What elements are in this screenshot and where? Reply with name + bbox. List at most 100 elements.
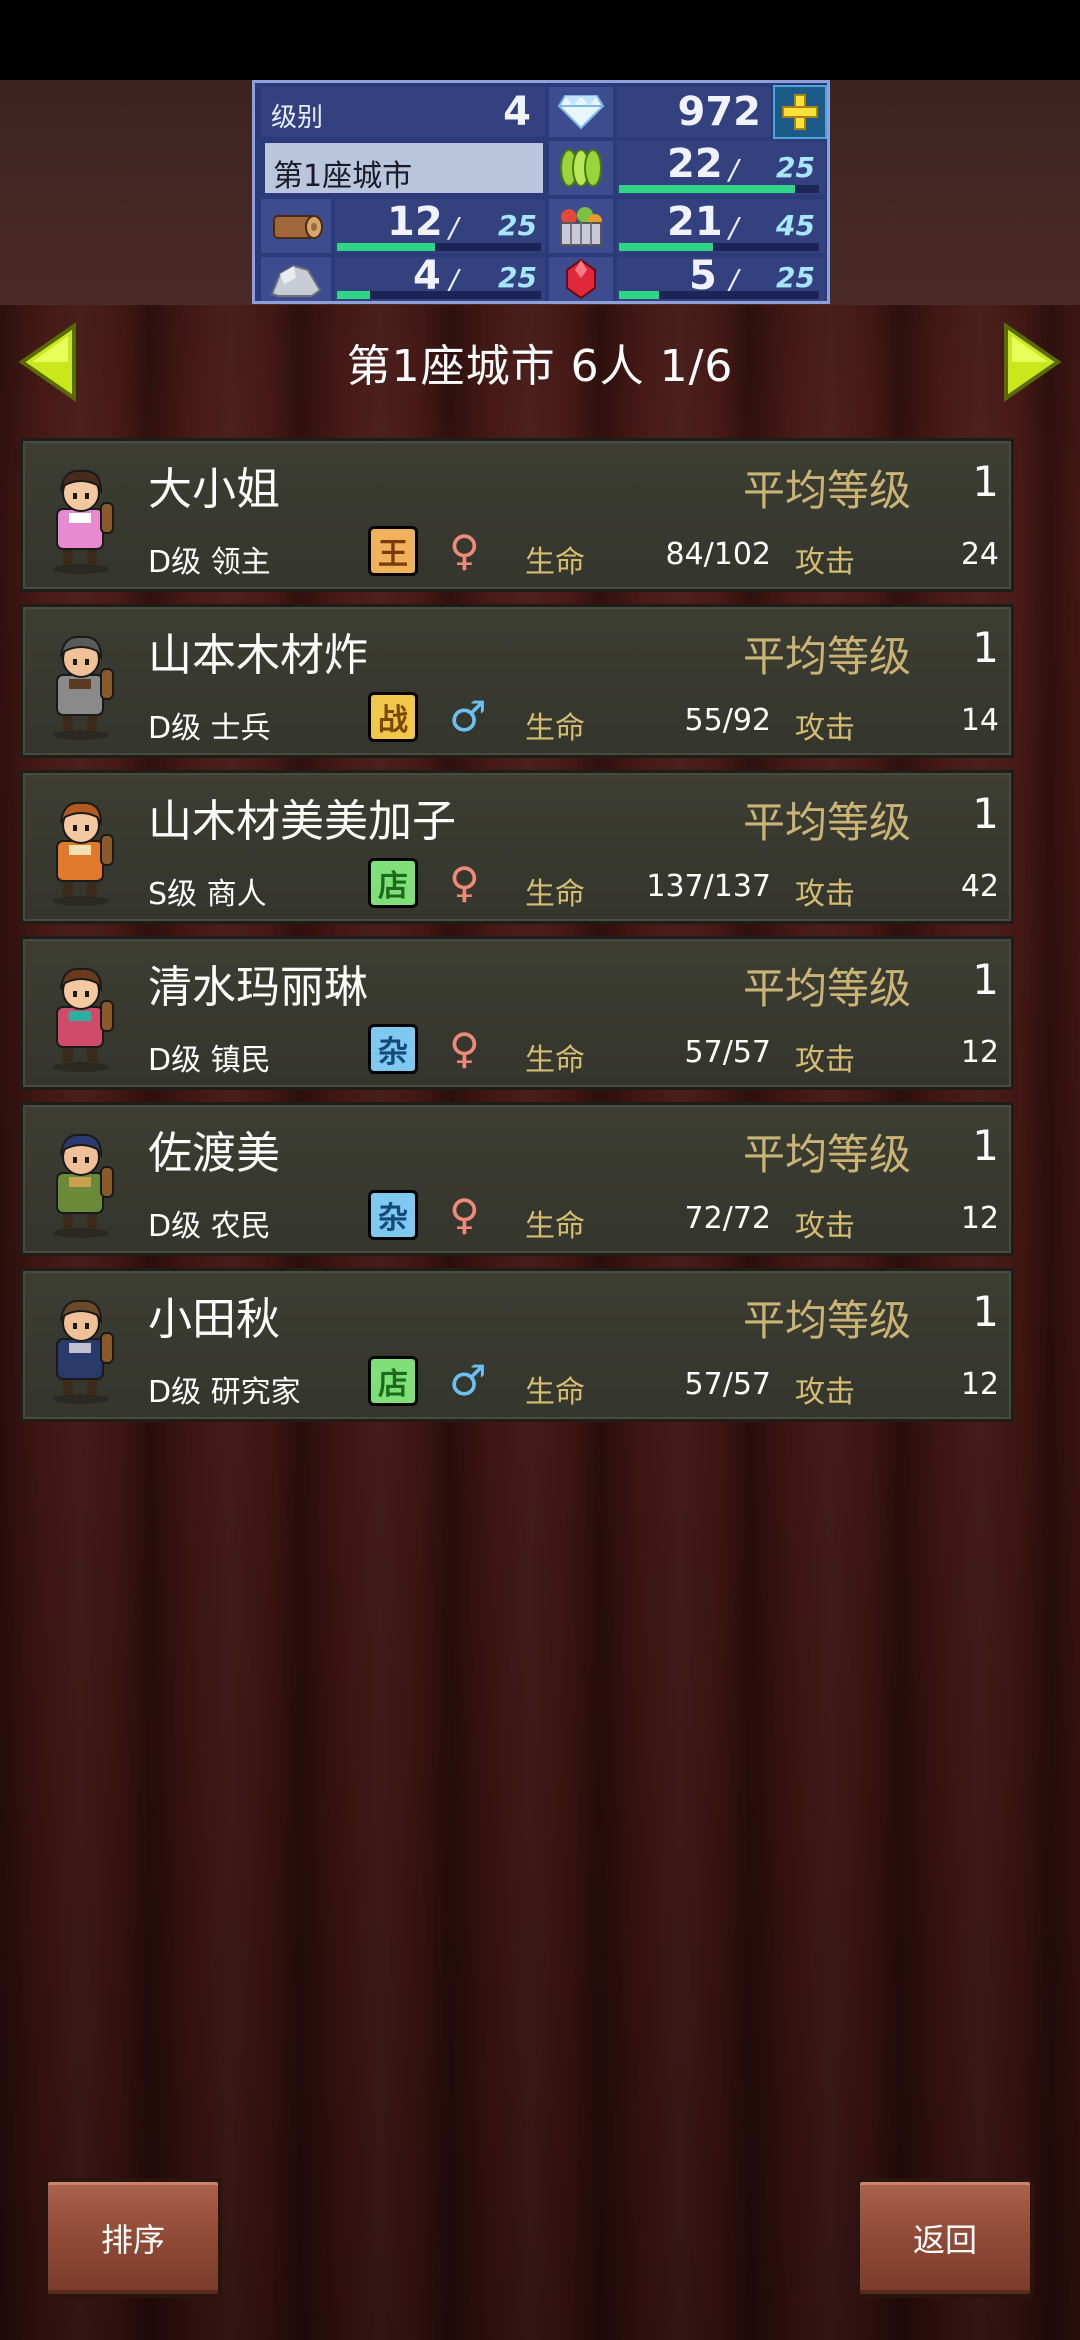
hp-value: 57/57	[684, 1035, 771, 1070]
grass-icon	[549, 141, 613, 195]
ruby-cell: 5 / 25	[617, 253, 825, 301]
stone-cell: 4 / 25	[335, 253, 545, 301]
resident-name: 大小姐	[148, 464, 280, 515]
job-badge-icon: 杂	[368, 1190, 418, 1240]
stone-ore-icon	[261, 257, 331, 301]
level-value: 4	[503, 89, 531, 135]
job-badge-text: 王	[378, 537, 408, 572]
gender-icon: ♀	[449, 858, 480, 907]
hp-value: 57/57	[684, 1367, 771, 1402]
grass-current: 22	[667, 141, 723, 187]
hp-label: 生命	[525, 1375, 585, 1410]
food-bar	[619, 243, 819, 251]
gender-icon: ♀	[449, 1190, 480, 1239]
grass-bar	[619, 185, 819, 193]
hp-label: 生命	[525, 1043, 585, 1078]
sort-button[interactable]: 排序	[44, 2178, 222, 2298]
attack-label: 攻击	[795, 711, 855, 746]
wood-max: 25	[498, 209, 537, 242]
resident-list: 大小姐 平均等级 1 D级 领主王 ♀ 生命 84/102 攻击 24 山本木材炸 平均等级 1 D级 …	[20, 438, 1014, 1434]
avg-level-value: 1	[972, 1121, 999, 1170]
resident-name: 清水玛丽琳	[148, 962, 368, 1013]
avg-level-value: 1	[972, 457, 999, 506]
attack-value: 12	[960, 1367, 999, 1402]
avg-level-label: 平均等级	[743, 1296, 912, 1345]
job-badge-icon: 店	[368, 858, 418, 908]
avg-level-label: 平均等级	[743, 964, 912, 1013]
resident-row[interactable]: 佐渡美 平均等级 1 D级 农民 杂 ♀ 生命 72/72 攻击 12	[20, 1102, 1014, 1256]
stone-bar	[337, 291, 541, 299]
job-badge-icon: 战	[368, 692, 418, 742]
resident-row[interactable]: 山本木材炸 平均等级 1 D级 士兵 战 ♂ 生命 55/92 攻击 14	[20, 604, 1014, 758]
next-city-arrow-icon[interactable]	[1002, 322, 1064, 402]
resident-row[interactable]: 小田秋 平均等级 1 D级 研究家 店 ♂ 生命 57/57 攻击 12	[20, 1268, 1014, 1422]
attack-label: 攻击	[795, 1209, 855, 1244]
resident-avatar	[53, 801, 114, 906]
resident-rank-job: D级 研究家	[148, 1375, 301, 1410]
add-gems-plus-icon[interactable]	[773, 85, 827, 139]
avg-level-label: 平均等级	[743, 632, 912, 681]
wood-log-icon	[261, 199, 331, 253]
hp-value: 84/102	[665, 537, 771, 572]
stone-max: 25	[498, 261, 537, 294]
job-badge-icon: 杂	[368, 1024, 418, 1074]
wood-current: 12	[387, 199, 443, 245]
grass-slash: /	[729, 153, 739, 186]
gender-icon: ♂	[449, 1356, 487, 1405]
grass-cell: 22 / 25	[617, 141, 825, 195]
food-cell: 21 / 45	[617, 199, 825, 253]
back-button[interactable]: 返回	[856, 2178, 1034, 2298]
wood-cell: 12 / 25	[335, 199, 545, 253]
ruby-icon	[549, 257, 613, 301]
city-name: 第1座城市	[273, 159, 413, 194]
hp-value: 72/72	[684, 1201, 771, 1236]
job-badge-text: 杂	[378, 1201, 408, 1236]
attack-value: 14	[960, 703, 999, 738]
resident-name: 佐渡美	[148, 1128, 280, 1179]
avg-level-value: 1	[972, 1287, 999, 1336]
food-basket-icon	[549, 199, 613, 253]
food-current: 21	[667, 199, 723, 245]
avg-level-label: 平均等级	[743, 798, 912, 847]
level-label: 级别	[271, 103, 324, 133]
hp-label: 生命	[525, 1209, 585, 1244]
resident-row[interactable]: 大小姐 平均等级 1 D级 领主 王 ♀ 生命 84/102 攻击 24	[20, 438, 1014, 592]
avg-level-value: 1	[972, 789, 999, 838]
avg-level-label: 平均等级	[743, 1130, 912, 1179]
gem-count: 972	[677, 89, 762, 135]
job-badge-icon: 王	[368, 526, 418, 576]
food-max: 45	[776, 209, 815, 242]
job-badge-text: 战	[378, 703, 408, 738]
resident-name: 山本木材炸	[148, 630, 368, 681]
hp-label: 生命	[525, 711, 585, 746]
gem-count-cell: 972	[617, 87, 771, 137]
food-slash: /	[729, 211, 739, 244]
resident-avatar	[53, 1133, 114, 1238]
grass-max: 25	[776, 151, 815, 184]
resident-name: 山木材美美加子	[148, 796, 456, 847]
attack-value: 12	[960, 1035, 999, 1070]
job-badge-text: 店	[378, 869, 408, 904]
avg-level-label: 平均等级	[743, 466, 912, 515]
resident-row[interactable]: 山木材美美加子 平均等级 1 S级 商人 店 ♀ 生命 137/137 攻击 42	[20, 770, 1014, 924]
resident-name: 小田秋	[148, 1294, 280, 1345]
level-cell: 级别 4	[261, 87, 545, 137]
hp-label: 生命	[525, 545, 585, 580]
resident-avatar	[53, 967, 114, 1072]
city-page-title: 第1座城市 6人 1/6	[346, 341, 734, 392]
diamond-icon	[549, 87, 613, 137]
hp-value: 137/137	[646, 869, 771, 904]
attack-value: 42	[960, 869, 999, 904]
job-badge-icon: 店	[368, 1356, 418, 1406]
resident-avatar	[53, 469, 114, 574]
resident-rank-job: D级 领主	[148, 545, 271, 580]
avg-level-value: 1	[972, 623, 999, 672]
job-badge-text: 店	[378, 1367, 408, 1402]
resident-row[interactable]: 清水玛丽琳 平均等级 1 D级 镇民 杂 ♀ 生命 57/57 攻击 12	[20, 936, 1014, 1090]
wood-slash: /	[449, 211, 459, 244]
attack-value: 24	[960, 537, 999, 572]
system-status-bar	[0, 0, 1080, 80]
attack-value: 12	[960, 1201, 999, 1236]
ruby-max: 25	[776, 261, 815, 294]
resource-status-panel: 级别 4 972 第1座城市 22 / 25 12 / 25 21 / 45 4…	[252, 80, 830, 304]
